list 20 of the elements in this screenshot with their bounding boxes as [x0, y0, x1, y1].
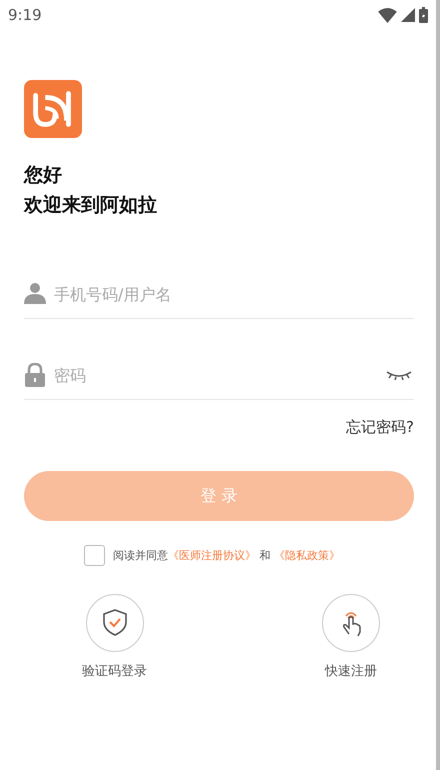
input-field[interactable]: 密码	[54, 366, 378, 384]
shortcut-label: 验证码登录	[82, 663, 147, 680]
input-field[interactable]: 手机号码/用户名	[54, 284, 414, 304]
agreement-text: 阅读并同意《医师注册协议》 和 《隐私政策》	[113, 548, 340, 563]
closed-eye-icon	[386, 370, 412, 380]
battery-icon	[419, 7, 428, 23]
greeting-text: 您好	[24, 163, 63, 188]
person-icon	[24, 282, 46, 306]
app-logo-icon	[24, 80, 82, 138]
forgot-password-link[interactable]: 忘记密码?	[346, 418, 414, 437]
wifi-icon	[378, 8, 397, 22]
agreement-checkbox[interactable]	[84, 545, 105, 566]
lock-icon	[24, 363, 46, 387]
welcome-text: 欢迎来到阿如拉	[24, 193, 158, 218]
policy-link[interactable]: 《医师注册协议》	[168, 549, 256, 562]
signal-icon	[401, 8, 415, 22]
status-time: 9:19	[8, 6, 42, 24]
shield-check-icon	[100, 608, 128, 638]
shortcut-label: 快速注册	[325, 663, 377, 680]
policy-link[interactable]: 《隐私政策》	[274, 549, 340, 562]
